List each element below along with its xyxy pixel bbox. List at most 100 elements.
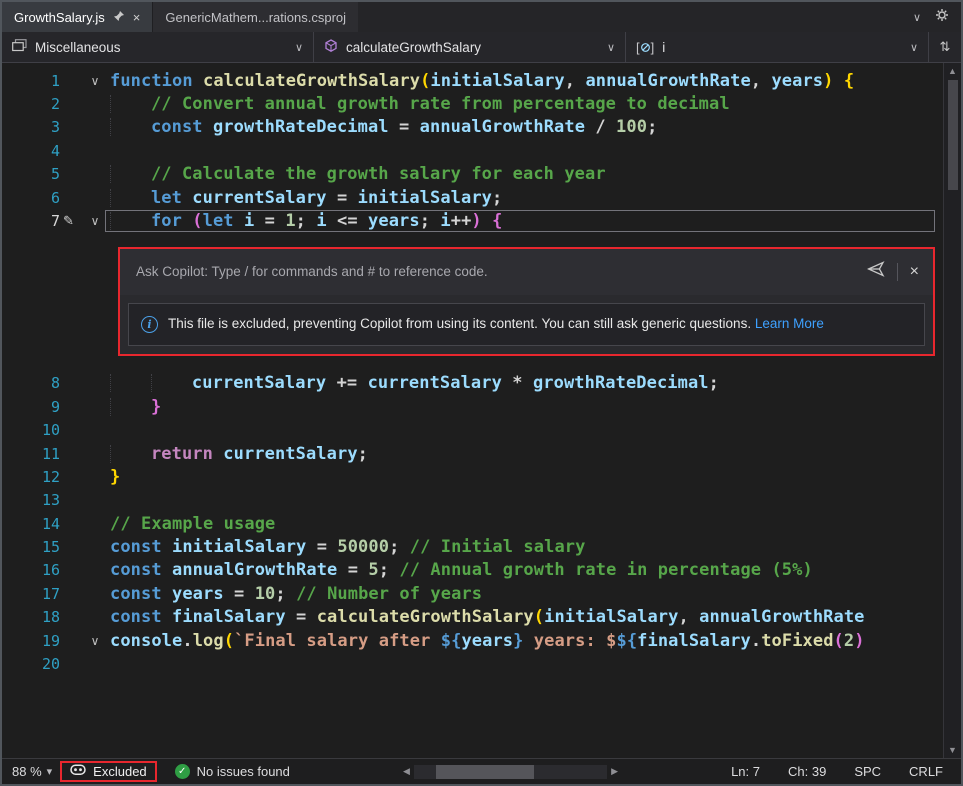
send-icon[interactable] bbox=[867, 261, 885, 282]
fold-chevron-icon[interactable]: ∨ bbox=[80, 634, 110, 648]
edit-pen-icon[interactable]: ✎ bbox=[60, 213, 80, 229]
local-variable-icon: [] bbox=[636, 40, 654, 55]
code-text: return currentSalary; bbox=[110, 444, 943, 464]
code-editor[interactable]: 1∨function calculateGrowthSalary(initial… bbox=[2, 63, 943, 758]
message-text: This file is excluded, preventing Copilo… bbox=[168, 314, 824, 335]
line-indicator[interactable]: Ln: 7 bbox=[731, 764, 760, 779]
code-line-12[interactable]: 12} bbox=[2, 465, 943, 488]
hscrollbar-thumb[interactable] bbox=[436, 765, 534, 779]
code-text: const growthRateDecimal = annualGrowthRa… bbox=[110, 117, 943, 137]
info-icon: i bbox=[141, 316, 158, 333]
code-text: const annualGrowthRate = 5; // Annual gr… bbox=[110, 560, 943, 580]
code-text: for (let i = 1; i <= years; i++) { bbox=[105, 210, 935, 232]
zoom-value: 88 % bbox=[12, 764, 42, 779]
indent-guide bbox=[151, 374, 192, 392]
chevron-down-icon: ∨ bbox=[285, 41, 303, 54]
close-icon[interactable]: × bbox=[133, 10, 141, 25]
indent-guide bbox=[110, 118, 151, 136]
hscrollbar-track[interactable] bbox=[414, 765, 607, 779]
code-line-3[interactable]: 3 const growthRateDecimal = annualGrowthR… bbox=[2, 116, 943, 139]
copilot-excluded-indicator[interactable]: Excluded bbox=[60, 761, 156, 782]
line-number[interactable]: 3 bbox=[2, 118, 60, 136]
line-ending-indicator[interactable]: CRLF bbox=[909, 764, 943, 779]
issues-indicator[interactable]: ✓ No issues found bbox=[175, 764, 290, 779]
line-number[interactable]: 10 bbox=[2, 421, 60, 439]
code-text: // Calculate the growth salary for each … bbox=[110, 164, 943, 184]
tab-csproj[interactable]: GenericMathem...rations.csproj bbox=[152, 2, 358, 32]
column-indicator[interactable]: Ch: 39 bbox=[788, 764, 826, 779]
code-lines-top: 1∨function calculateGrowthSalary(initial… bbox=[2, 69, 943, 233]
horizontal-scrollbar[interactable]: ◀ ▶ bbox=[403, 765, 618, 779]
member-dropdown[interactable]: calculateGrowthSalary ∨ bbox=[314, 32, 626, 62]
code-line-9[interactable]: 9} bbox=[2, 395, 943, 418]
context-dropdown[interactable]: [] i ∨ bbox=[626, 32, 929, 62]
excluded-label: Excluded bbox=[93, 764, 146, 779]
line-number[interactable]: 2 bbox=[2, 95, 60, 113]
code-line-17[interactable]: 17 const years = 10; // Number of years bbox=[2, 582, 943, 605]
code-line-1[interactable]: 1∨function calculateGrowthSalary(initial… bbox=[2, 69, 943, 92]
zoom-control[interactable]: 88 % ▾ bbox=[12, 764, 52, 779]
tab-growthsalary[interactable]: GrowthSalary.js × bbox=[2, 2, 152, 32]
navigation-bar: Miscellaneous ∨ calculateGrowthSalary ∨ … bbox=[2, 32, 961, 63]
scroll-up-icon[interactable]: ▲ bbox=[948, 66, 957, 76]
code-line-20[interactable]: 20 bbox=[2, 652, 943, 675]
code-line-18[interactable]: 18const finalSalary = calculateGrowthSal… bbox=[2, 606, 943, 629]
fold-chevron-icon[interactable]: ∨ bbox=[80, 74, 110, 88]
copilot-input[interactable] bbox=[134, 263, 855, 280]
code-text: } bbox=[110, 397, 943, 417]
pin-icon[interactable] bbox=[113, 10, 125, 25]
zoom-dropdown-chevron-icon: ▾ bbox=[47, 765, 53, 778]
code-line-7[interactable]: 7✎∨for (let i = 1; i <= years; i++) { bbox=[2, 209, 943, 232]
tab-label: GrowthSalary.js bbox=[14, 10, 105, 25]
line-number[interactable]: 4 bbox=[2, 142, 60, 160]
line-number[interactable]: 5 bbox=[2, 165, 60, 183]
line-number[interactable]: 6 bbox=[2, 189, 60, 207]
line-number[interactable]: 12 bbox=[2, 468, 60, 486]
line-number[interactable]: 17 bbox=[2, 585, 60, 603]
indent-guide bbox=[110, 189, 151, 207]
code-line-15[interactable]: 15const initialSalary = 50000; // Initia… bbox=[2, 535, 943, 558]
line-number[interactable]: 18 bbox=[2, 608, 60, 626]
spaces-indicator[interactable]: SPC bbox=[854, 764, 881, 779]
code-line-10[interactable]: 10 bbox=[2, 418, 943, 441]
code-line-4[interactable]: 4 bbox=[2, 139, 943, 162]
learn-more-link[interactable]: Learn More bbox=[755, 316, 824, 331]
line-number[interactable]: 9 bbox=[2, 398, 60, 416]
divider bbox=[897, 263, 898, 281]
indent-guide bbox=[110, 398, 151, 416]
code-line-6[interactable]: 6let currentSalary = initialSalary; bbox=[2, 186, 943, 209]
line-number[interactable]: 13 bbox=[2, 491, 60, 509]
line-number[interactable]: 14 bbox=[2, 515, 60, 533]
line-number[interactable]: 20 bbox=[2, 655, 60, 673]
line-number[interactable]: 11 bbox=[2, 445, 60, 463]
code-line-19[interactable]: 19 ∨console.log(`Final salary after ${yea… bbox=[2, 629, 943, 652]
indent-guide bbox=[110, 445, 151, 463]
scope-dropdown[interactable]: Miscellaneous ∨ bbox=[2, 32, 314, 62]
code-text: const years = 10; // Number of years bbox=[110, 584, 943, 604]
code-line-5[interactable]: 5 // Calculate the growth salary for each… bbox=[2, 163, 943, 186]
code-line-8[interactable]: 8currentSalary += currentSalary * growth… bbox=[2, 372, 943, 395]
caret-position-group: Ln: 7 Ch: 39 SPC CRLF bbox=[731, 764, 951, 779]
code-line-16[interactable]: 16 const annualGrowthRate = 5; // Annual … bbox=[2, 559, 943, 582]
line-number[interactable]: 8 bbox=[2, 374, 60, 392]
code-line-14[interactable]: 14// Example usage bbox=[2, 512, 943, 535]
line-number[interactable]: 1 bbox=[2, 72, 60, 90]
line-number[interactable]: 7 bbox=[2, 212, 60, 230]
scroll-down-icon[interactable]: ▼ bbox=[948, 745, 957, 755]
chevron-down-icon[interactable]: ∨ bbox=[913, 11, 921, 24]
vertical-scrollbar[interactable]: ▲ ▼ bbox=[943, 63, 961, 758]
code-text: console.log(`Final salary after ${years}… bbox=[110, 631, 943, 651]
split-editor-icon[interactable]: ⇅ bbox=[929, 32, 961, 62]
line-number[interactable]: 15 bbox=[2, 538, 60, 556]
scrollbar-thumb[interactable] bbox=[948, 80, 958, 190]
code-line-11[interactable]: 11 return currentSalary; bbox=[2, 442, 943, 465]
scroll-right-icon[interactable]: ▶ bbox=[611, 766, 618, 777]
tab-label: GenericMathem...rations.csproj bbox=[165, 10, 346, 25]
line-number[interactable]: 19 bbox=[2, 632, 60, 650]
code-line-2[interactable]: 2// Convert annual growth rate from perc… bbox=[2, 92, 943, 115]
scroll-left-icon[interactable]: ◀ bbox=[403, 766, 410, 777]
gear-icon[interactable] bbox=[935, 8, 949, 27]
line-number[interactable]: 16 bbox=[2, 561, 60, 579]
code-line-13[interactable]: 13 bbox=[2, 489, 943, 512]
close-icon[interactable]: × bbox=[910, 263, 919, 281]
